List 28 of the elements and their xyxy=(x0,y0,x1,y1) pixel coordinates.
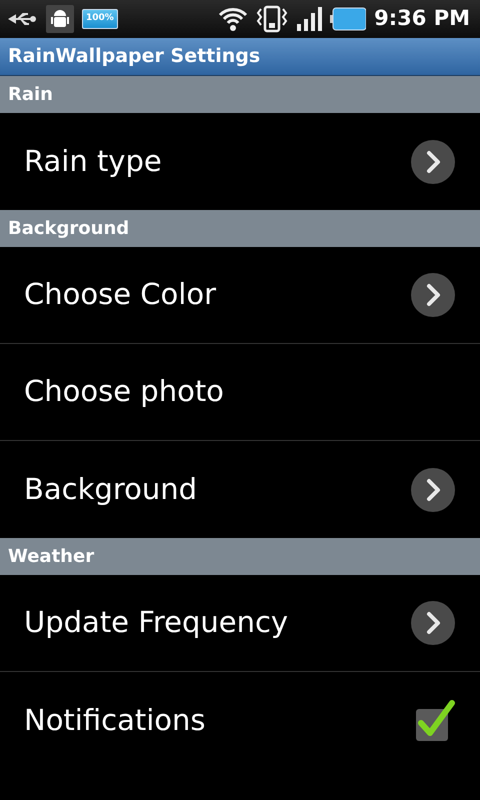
preference-row[interactable]: Choose photo xyxy=(0,344,480,441)
preference-label: Notifications xyxy=(24,702,206,739)
usb-icon xyxy=(8,10,38,28)
vibrate-icon xyxy=(256,5,288,33)
status-time: 9:36 PM xyxy=(374,5,470,32)
chevron-icon[interactable] xyxy=(410,466,456,512)
chevron-icon[interactable] xyxy=(410,138,456,184)
wifi-icon xyxy=(218,6,248,32)
preference-label: Background xyxy=(24,470,198,508)
preference-label: Choose photo xyxy=(24,373,224,410)
battery-icon xyxy=(330,7,366,31)
preference-label: Update Frequency xyxy=(24,604,288,642)
battery-badge: 100% xyxy=(82,9,118,29)
preference-label: Rain type xyxy=(24,142,162,180)
preference-row[interactable]: Rain type xyxy=(0,113,480,210)
chevron-icon[interactable] xyxy=(410,272,456,318)
android-icon xyxy=(46,5,74,33)
preference-row[interactable]: Update Frequency xyxy=(0,575,480,672)
chevron-icon[interactable] xyxy=(410,600,456,646)
section-header: Background xyxy=(0,210,480,247)
section-header: Weather xyxy=(0,538,480,575)
signal-icon xyxy=(296,6,322,32)
preference-row[interactable]: Choose Color xyxy=(0,247,480,344)
preference-row[interactable]: Notifications xyxy=(0,672,480,769)
section-header: Rain xyxy=(0,76,480,113)
screen-title: RainWallpaper Settings xyxy=(8,44,260,70)
preference-row[interactable]: Background xyxy=(0,441,480,538)
preference-label: Choose Color xyxy=(24,276,216,314)
